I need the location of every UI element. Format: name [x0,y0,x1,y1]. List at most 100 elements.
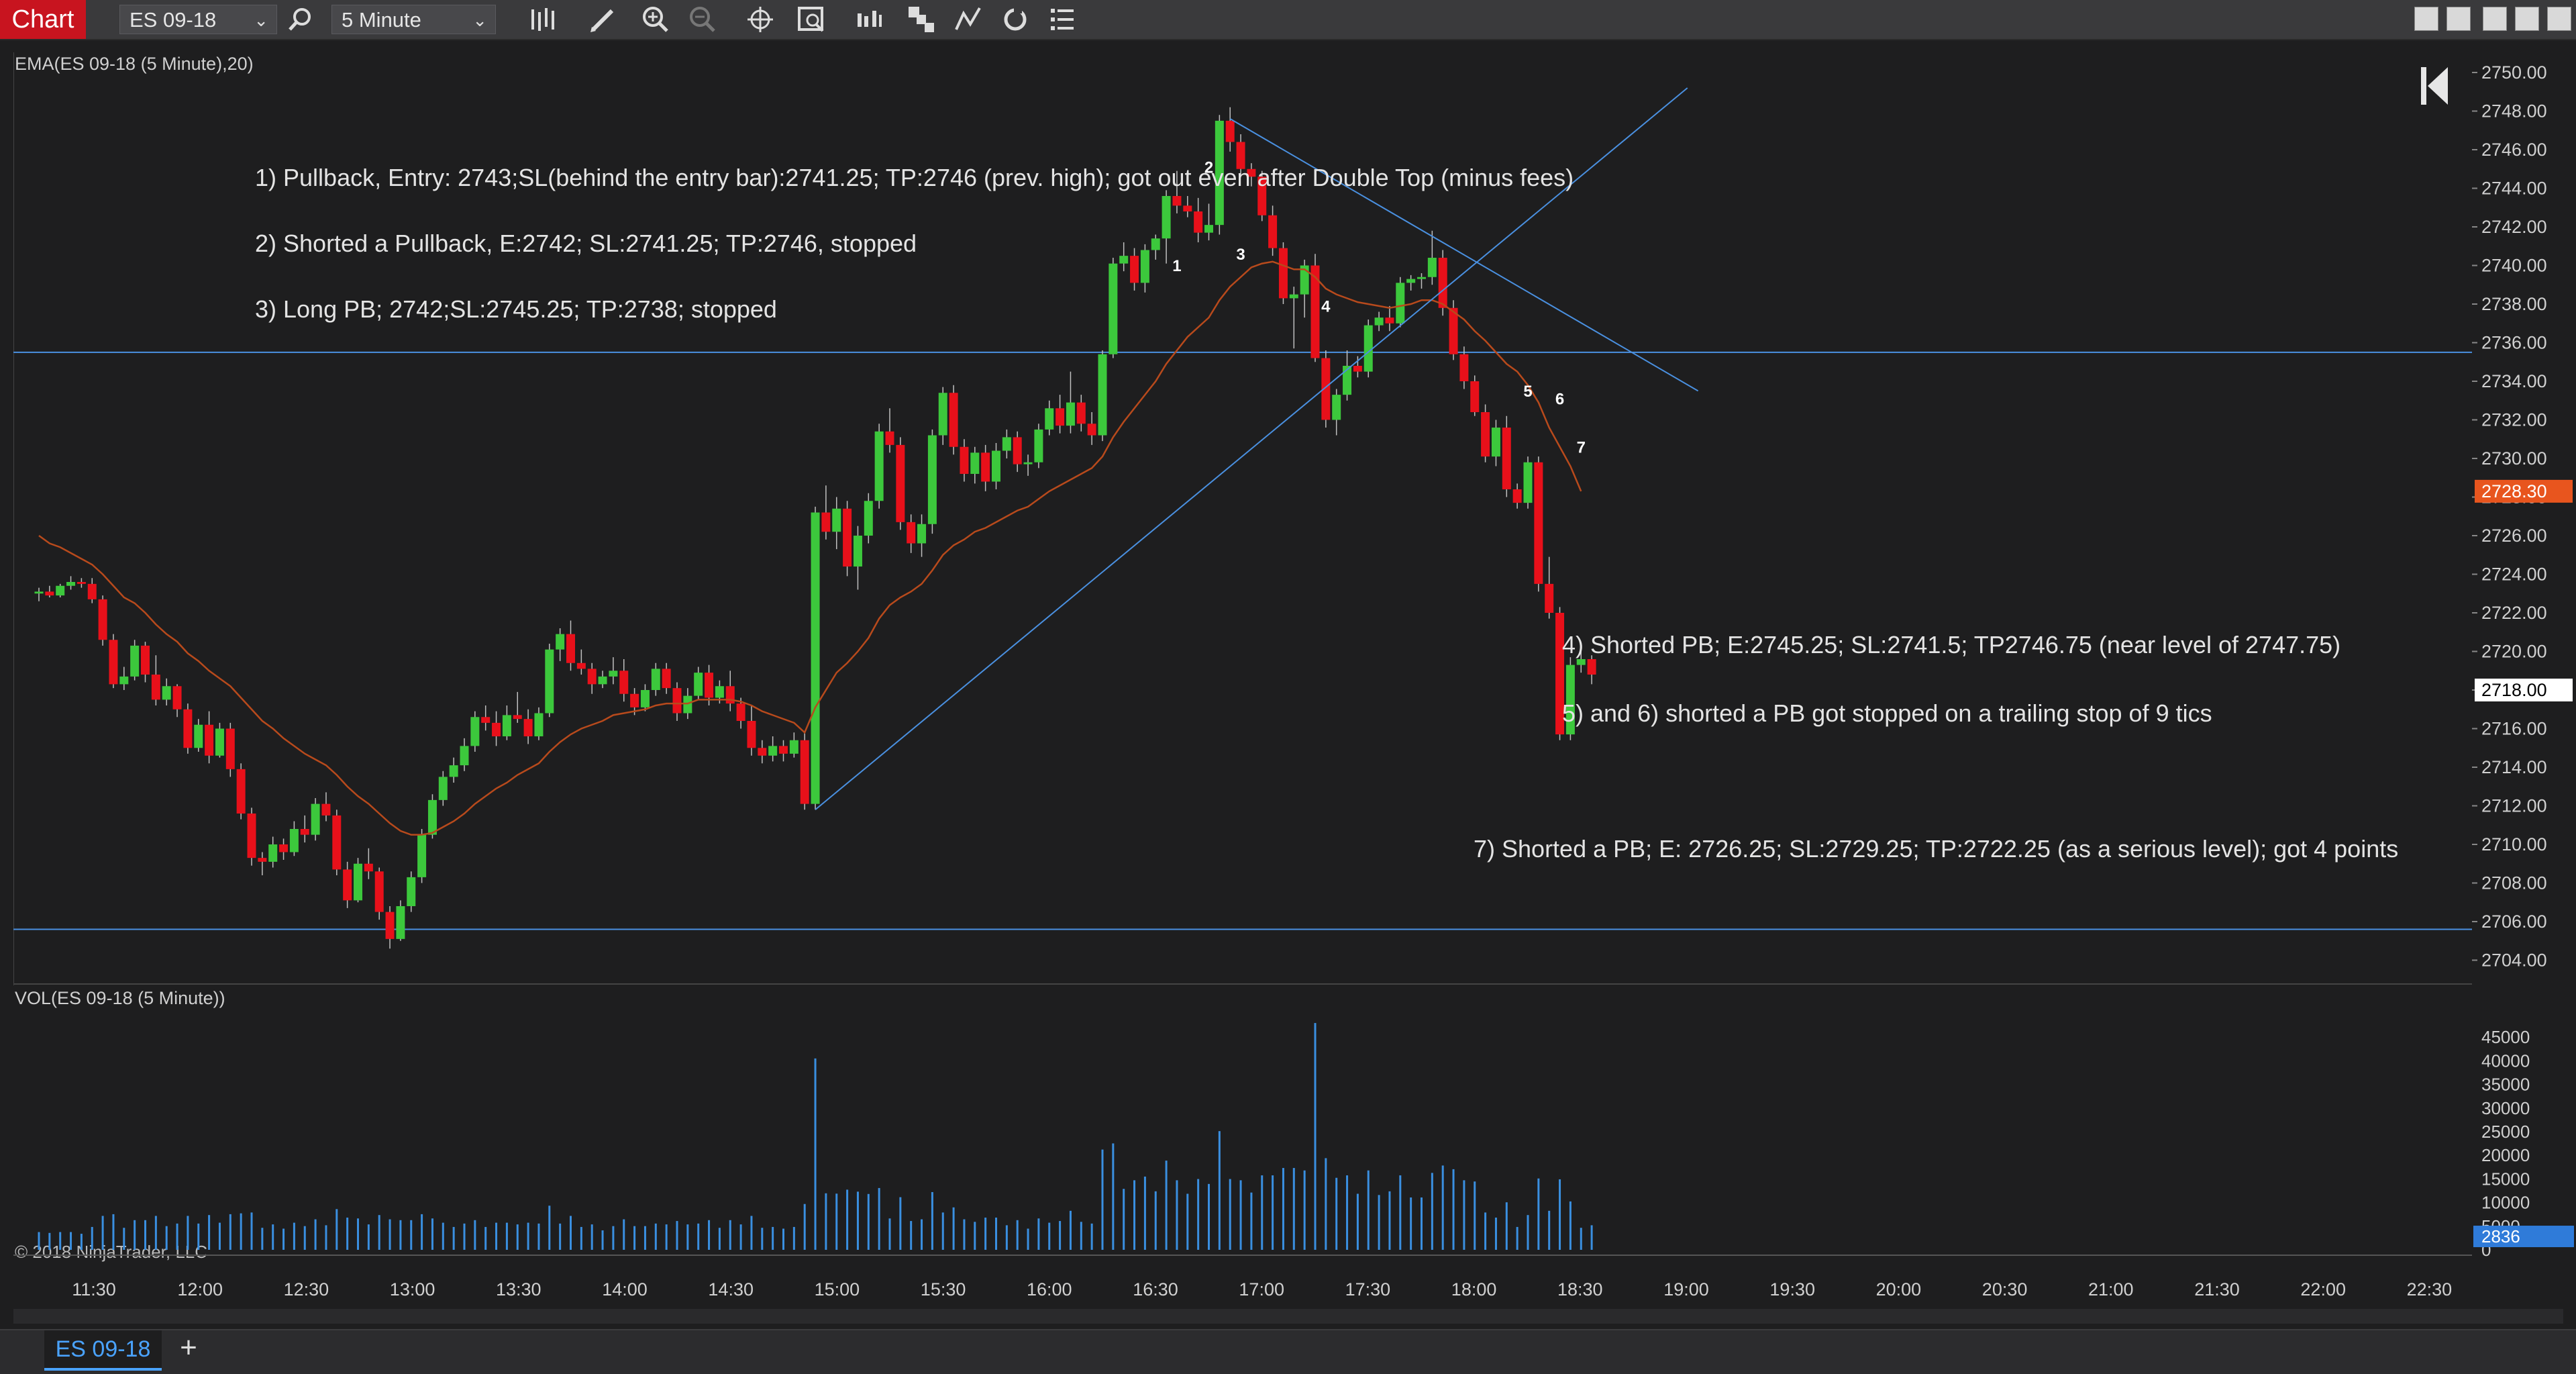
volume-bar [399,1220,402,1250]
volume-bar [282,1228,285,1250]
volume-bar [357,1218,359,1250]
x-tick-label: 18:30 [1557,1279,1603,1299]
volume-bar [761,1228,764,1250]
volume-bar [899,1197,902,1250]
volume-bar [665,1224,668,1250]
volume-bar [601,1230,604,1250]
volume-bar [1367,1170,1370,1250]
volume-bar [1441,1165,1444,1250]
x-tick-label: 11:30 [72,1279,116,1299]
volume-bar [1399,1175,1402,1250]
volume-bar [1580,1228,1582,1250]
volume-bar [1559,1179,1561,1250]
volume-bar [739,1224,742,1250]
volume-bar [1197,1179,1200,1250]
volume-bar [229,1214,231,1250]
volume-bar [772,1226,774,1250]
volume-bar [825,1193,827,1250]
volume-bar [1186,1193,1189,1250]
volume-tick-label: 45000 [2481,1027,2530,1047]
volume-bar [431,1218,433,1250]
volume-bar [112,1214,115,1250]
volume-bar [1208,1183,1210,1250]
volume-bar [1005,1225,1008,1250]
volume-panel: 45000 40000 35000 30000 25000 20000 15000 10000… [13,983,2574,1299]
volume-bar [378,1215,380,1250]
x-tick-label: 18:00 [1451,1279,1497,1299]
volume-bar [835,1193,838,1250]
volume-bar [1123,1189,1125,1250]
volume-bar [1474,1181,1476,1250]
volume-bar [580,1226,582,1250]
volume-bar [1059,1221,1062,1250]
x-tick-label: 14:00 [602,1279,648,1299]
volume-bar [570,1216,572,1250]
volume-bar [1069,1210,1072,1250]
volume-bar [495,1222,498,1250]
volume-bar [1537,1178,1540,1250]
volume-bar [1548,1210,1551,1250]
volume-tick-label: 25000 [2481,1122,2530,1142]
volume-bar [187,1216,189,1250]
current-volume-label: 2836 [2481,1226,2520,1246]
volume-bar [846,1189,849,1250]
volume-bar [1101,1149,1104,1250]
volume-bar [1410,1197,1412,1250]
volume-bar [1590,1225,1593,1250]
volume-bar [516,1224,519,1250]
volume-bar [910,1221,913,1250]
volume-bar [442,1222,444,1250]
volume-bar [144,1220,146,1250]
x-tick-label: 14:30 [708,1279,754,1299]
volume-bar [643,1226,646,1250]
volume-bar [1569,1201,1572,1250]
volume-bar [505,1222,508,1250]
volume-bar [484,1226,487,1250]
volume-bar [176,1223,178,1250]
volume-bar [1261,1175,1264,1250]
volume-bar [1154,1191,1157,1250]
volume-bar [537,1223,540,1250]
volume-bar [633,1226,636,1250]
volume-bar [867,1193,870,1250]
volume-bar [750,1216,753,1250]
volume-bar [101,1216,104,1250]
volume-bar [250,1212,253,1250]
volume-bar [1378,1195,1380,1250]
volume-bar [272,1224,274,1250]
volume-bar [410,1220,413,1250]
x-tick-label: 21:30 [2194,1279,2240,1299]
volume-bar [1239,1180,1242,1250]
volume-bar [1314,1023,1317,1250]
x-tick-label: 20:30 [1982,1279,2028,1299]
volume-bar [1272,1175,1274,1250]
volume-bar [91,1226,93,1250]
volume-bar [38,1232,40,1250]
volume-tick-label: 35000 [2481,1075,2530,1095]
x-tick-label: 15:30 [921,1279,966,1299]
volume-bar [1388,1191,1391,1250]
volume-bar [974,1222,976,1250]
x-tick-label: 15:00 [815,1279,860,1299]
volume-bar [1218,1131,1221,1250]
volume-bar [59,1232,62,1250]
x-tick-label: 22:00 [2300,1279,2346,1299]
volume-bar [70,1232,72,1250]
volume-bar [984,1217,987,1250]
volume-bar [921,1219,923,1250]
volume-bar [1016,1220,1019,1250]
x-tick-label: 17:00 [1239,1279,1284,1299]
volume-bar [1505,1202,1508,1250]
volume-bar [240,1213,242,1250]
x-tick-label: 17:30 [1345,1279,1391,1299]
volume-bar [803,1204,806,1250]
volume-bar [1335,1177,1338,1250]
volume-bar [1080,1222,1082,1250]
volume-bar [452,1226,455,1250]
volume-bar [1048,1222,1051,1250]
volume-bar [888,1218,891,1250]
volume-tick-label: 10000 [2481,1193,2530,1213]
volume-bar [346,1217,349,1250]
volume-tick-label: 40000 [2481,1050,2530,1071]
volume-bar [474,1220,476,1250]
